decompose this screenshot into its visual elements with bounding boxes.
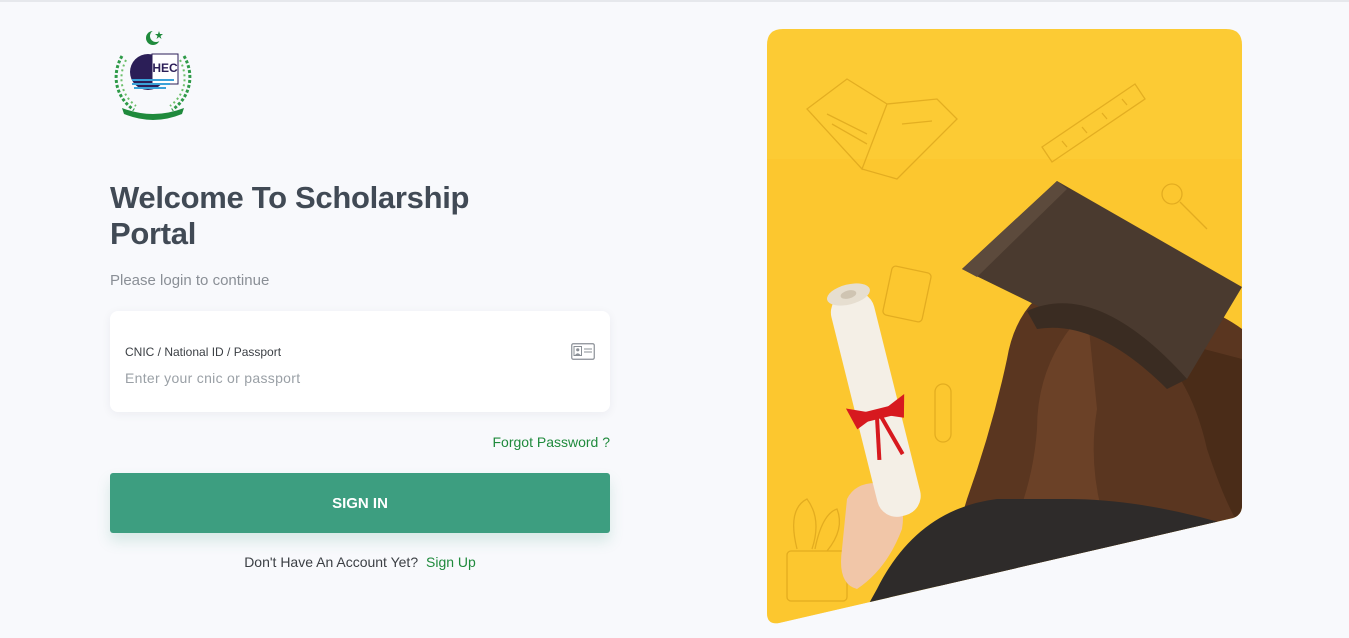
hero-illustration bbox=[767, 29, 1242, 624]
id-input[interactable] bbox=[125, 367, 565, 389]
logo-text: HEC bbox=[152, 61, 178, 75]
sign-up-link[interactable]: Sign Up bbox=[426, 554, 476, 570]
sign-in-button[interactable]: SIGN IN bbox=[110, 473, 610, 533]
signup-prompt: Don't Have An Account Yet? Sign Up bbox=[110, 554, 610, 570]
page-title: Welcome To Scholarship Portal bbox=[110, 180, 470, 251]
id-field-card[interactable]: CNIC / National ID / Passport bbox=[110, 311, 610, 412]
no-account-text: Don't Have An Account Yet? bbox=[244, 554, 419, 570]
id-field-label: CNIC / National ID / Passport bbox=[125, 345, 282, 359]
hec-logo: HEC bbox=[114, 30, 192, 120]
id-card-icon bbox=[571, 343, 595, 360]
page-subtitle: Please login to continue bbox=[110, 272, 270, 289]
forgot-password-link[interactable]: Forgot Password ? bbox=[493, 434, 611, 450]
